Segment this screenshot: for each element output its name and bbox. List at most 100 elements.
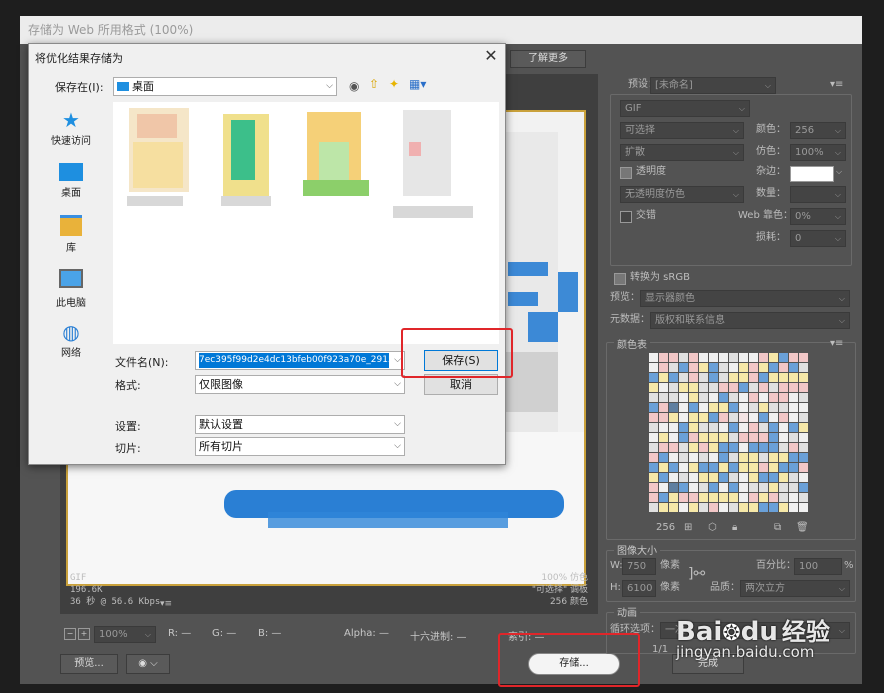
link-icon[interactable]: ]⚯ xyxy=(688,566,705,582)
watermark-site-text: 经验 xyxy=(781,618,830,646)
matte-swatch[interactable] xyxy=(790,166,834,182)
place-libraries[interactable]: 库 xyxy=(29,212,113,254)
info-palette: "可选择" 调板 xyxy=(531,585,588,595)
info-dither: 100% 仿色 xyxy=(541,573,588,583)
window-title: 存储为 Web 所用格式 (100%) xyxy=(20,16,862,44)
file-thumb-3 xyxy=(303,112,369,196)
quality-select[interactable]: 两次立方 ⌵ xyxy=(740,580,850,597)
filename-value: 7ec395f99d2e4dc13bfeb00f923a70e_29156 xyxy=(199,353,389,368)
chevron-down-icon: ⌵ xyxy=(732,190,739,199)
lossy-label: 损耗： xyxy=(756,232,786,243)
slices-value: 所有切片 xyxy=(199,440,243,453)
chevron-down-icon: ⌵ xyxy=(838,626,845,635)
lossy-select[interactable]: 0 ⌵ xyxy=(790,230,846,247)
width-input[interactable]: 750 xyxy=(622,558,656,575)
preview-color-select[interactable]: 显示器颜色 ⌵ xyxy=(640,290,850,307)
file-list[interactable] xyxy=(113,102,499,344)
percent-sign: % xyxy=(844,560,854,571)
place-desktop[interactable]: 桌面 xyxy=(29,160,113,199)
file-thumb-1 xyxy=(127,108,189,206)
hex-readout: 十六进制: — xyxy=(410,632,467,643)
lossy-value: 0 xyxy=(795,233,802,244)
browser-select-button[interactable]: ◉ ⌵ xyxy=(126,654,170,674)
metadata-label: 元数据： xyxy=(610,314,650,325)
image-size-title: 图像大小 xyxy=(614,542,660,557)
format-label: 格式: xyxy=(115,379,141,392)
chevron-down-icon: ⌵ xyxy=(394,419,401,429)
baidu-watermark: Bai❂du 经验 jingyan.baidu.com xyxy=(676,612,830,661)
amount-select[interactable]: ⌵ xyxy=(790,186,846,203)
place-quick-access[interactable]: ★ 快速访问 xyxy=(29,108,113,147)
chevron-down-icon: ⌵ xyxy=(834,126,841,135)
slices-select[interactable]: 所有切片 ⌵ xyxy=(195,437,405,456)
chevron-down-icon: ⌵ xyxy=(732,126,739,135)
format-value: 仅限图像 xyxy=(199,378,243,391)
new-color-icon[interactable]: ⧉ xyxy=(774,520,781,536)
info-download-time: 36 秒 @ 56.6 Kbps xyxy=(70,597,161,607)
width-value: 750 xyxy=(627,561,647,572)
preview-info-right: 100% 仿色 "可选择" 调板 256 颜色 xyxy=(428,572,588,608)
preview-color-value: 显示器颜色 xyxy=(645,293,695,304)
interlaced-checkbox[interactable] xyxy=(620,211,632,223)
view-menu-icon[interactable]: ▦▾ xyxy=(409,77,426,91)
filename-input[interactable]: 7ec395f99d2e4dc13bfeb00f923a70e_29156 ⌵ xyxy=(195,351,405,370)
preview-label: 预览： xyxy=(610,292,640,303)
zoom-select[interactable]: 100% ⌵ xyxy=(94,626,156,643)
colors-label: 颜色： xyxy=(756,124,786,135)
height-unit: 像素 xyxy=(660,582,680,593)
chevron-down-icon: ⌵ xyxy=(838,316,845,325)
color-reduction-select[interactable]: 可选择 ⌵ xyxy=(620,122,744,139)
save-in-select[interactable]: 桌面 ⌵ xyxy=(113,77,337,96)
color-table-grid[interactable] xyxy=(648,352,812,516)
format-select[interactable]: GIF ⌵ xyxy=(620,100,750,117)
transparency-checkbox[interactable] xyxy=(620,167,632,179)
lock-color-icon[interactable]: 🔒︎ xyxy=(732,520,737,536)
save-button-highlight xyxy=(498,633,640,687)
web-snap-select[interactable]: 0% ⌵ xyxy=(790,208,846,225)
star-icon: ★ xyxy=(62,108,80,132)
place-network[interactable]: ◍ 网络 xyxy=(29,320,113,359)
width-unit: 像素 xyxy=(660,560,680,571)
colors-select[interactable]: 256 ⌵ xyxy=(790,122,846,139)
dither-algorithm-select[interactable]: 扩散 ⌵ xyxy=(620,144,744,161)
convert-srgb-checkbox[interactable] xyxy=(614,273,626,285)
percent-input[interactable]: 100 xyxy=(794,558,842,575)
interlaced-label: 交错 xyxy=(636,210,656,221)
preset-select[interactable]: [未命名] ⌵ xyxy=(650,77,776,94)
slices-label: 切片: xyxy=(115,442,141,455)
height-input[interactable]: 6100 xyxy=(622,580,656,597)
transparency-label: 透明度 xyxy=(636,166,666,177)
transparency-dither-select[interactable]: 无透明度仿色 ⌵ xyxy=(620,186,744,203)
settings-select[interactable]: 默认设置 ⌵ xyxy=(195,415,405,434)
place-this-pc[interactable]: 此电脑 xyxy=(29,266,113,309)
preview-button[interactable]: 预览... xyxy=(60,654,118,674)
zoom-out-icon[interactable]: − xyxy=(64,628,76,640)
filename-label: 文件名(N): xyxy=(115,356,169,369)
dither-amount-select[interactable]: 100% ⌵ xyxy=(790,144,846,161)
up-folder-icon[interactable]: ⇧ xyxy=(369,77,379,91)
chevron-down-icon: ⌵ xyxy=(394,355,401,365)
network-icon: ◍ xyxy=(62,320,80,344)
zoom-in-icon[interactable]: + xyxy=(78,628,90,640)
settings-value: 默认设置 xyxy=(199,418,243,431)
chevron-down-icon[interactable]: ⌵ xyxy=(836,164,842,180)
close-icon[interactable]: ✕ xyxy=(481,46,501,66)
animation-title: 动画 xyxy=(614,604,640,619)
info-menu-icon[interactable]: ▾≡ xyxy=(160,599,172,609)
color-table-menu-icon[interactable]: ▾≡ xyxy=(830,336,843,352)
back-icon[interactable]: ◉ xyxy=(349,79,359,93)
learn-more-button[interactable]: 了解更多 xyxy=(510,50,586,68)
new-folder-icon[interactable]: ✦ xyxy=(389,77,399,91)
format-select[interactable]: 仅限图像 ⌵ xyxy=(195,375,405,394)
map-transparent-icon[interactable]: ⊞ xyxy=(684,520,692,536)
trash-icon[interactable]: 🗑︎ xyxy=(796,520,809,536)
height-label: H: xyxy=(610,582,621,593)
chevron-down-icon: ⌵ xyxy=(144,630,151,639)
chevron-down-icon: ⌵ xyxy=(834,212,841,221)
web-shift-icon[interactable]: ⬡ xyxy=(708,520,717,536)
chevron-down-icon: ⌵ xyxy=(834,190,841,199)
metadata-select[interactable]: 版权和联系信息 ⌵ xyxy=(650,312,850,329)
places-bar: ★ 快速访问 桌面 库 此电脑 ◍ 网络 xyxy=(29,102,113,412)
b-readout: B: — xyxy=(258,628,282,639)
panel-menu-icon[interactable]: ▾≡ xyxy=(830,77,843,93)
